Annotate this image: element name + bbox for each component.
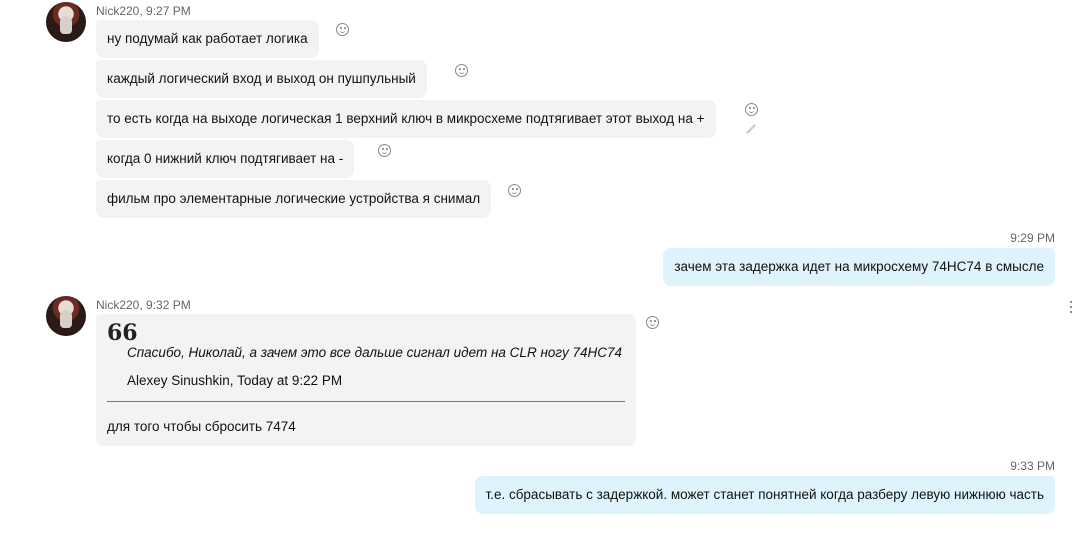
message-text: ну подумай как работает логика <box>107 31 308 46</box>
message-bubble[interactable]: каждый логический вход и выход он пушпул… <box>96 60 427 98</box>
message-bubble[interactable]: зачем эта задержка идет на микросхему 74… <box>663 248 1055 286</box>
message-text: каждый логический вход и выход он пушпул… <box>107 71 416 86</box>
message-text: зачем эта задержка идет на микросхему 74… <box>674 259 1044 274</box>
smiley-icon[interactable] <box>378 144 391 157</box>
sender-name-time: Nick220, 9:32 PM <box>96 298 191 312</box>
avatar[interactable] <box>46 2 86 42</box>
more-vertical-icon[interactable] <box>1069 301 1073 315</box>
smiley-icon[interactable] <box>508 184 521 197</box>
message-bubble[interactable]: т.е. сбрасывать с задержкой. может стане… <box>474 476 1055 514</box>
smiley-icon[interactable] <box>336 23 349 36</box>
message-text: для того чтобы сбросить 7474 <box>107 419 296 434</box>
quoted-message-bubble[interactable]: 66 Спасибо, Николай, а зачем это все дал… <box>96 314 636 446</box>
avatar[interactable] <box>46 296 86 336</box>
smiley-icon[interactable] <box>745 103 758 116</box>
message-text: то есть когда на выходе логическая 1 вер… <box>107 111 705 126</box>
message-text: когда 0 нижний ключ подтягивает на - <box>107 151 344 166</box>
message-time: 9:33 PM <box>1010 459 1055 473</box>
message-bubble[interactable]: когда 0 нижний ключ подтягивает на - <box>96 140 355 178</box>
quote-mark: 66 <box>107 320 138 346</box>
message-text: т.е. сбрасывать с задержкой. может стане… <box>485 487 1045 502</box>
pencil-icon[interactable] <box>746 124 756 134</box>
quote-text: Спасибо, Николай, а зачем это все дальше… <box>127 345 623 360</box>
message-bubble[interactable]: фильм про элементарные логические устрой… <box>96 180 492 218</box>
message-text: фильм про элементарные логические устрой… <box>107 191 481 206</box>
message-time: 9:29 PM <box>1010 231 1055 245</box>
message-bubble[interactable]: то есть когда на выходе логическая 1 вер… <box>96 100 716 138</box>
message-bubble[interactable]: ну подумай как работает логика <box>96 20 319 58</box>
quote-author: Alexey Sinushkin, Today at 9:22 PM <box>127 373 343 388</box>
sender-name-time: Nick220, 9:27 PM <box>96 4 191 18</box>
quote-divider <box>107 401 625 402</box>
smiley-icon[interactable] <box>455 64 468 77</box>
smiley-icon[interactable] <box>646 316 659 329</box>
